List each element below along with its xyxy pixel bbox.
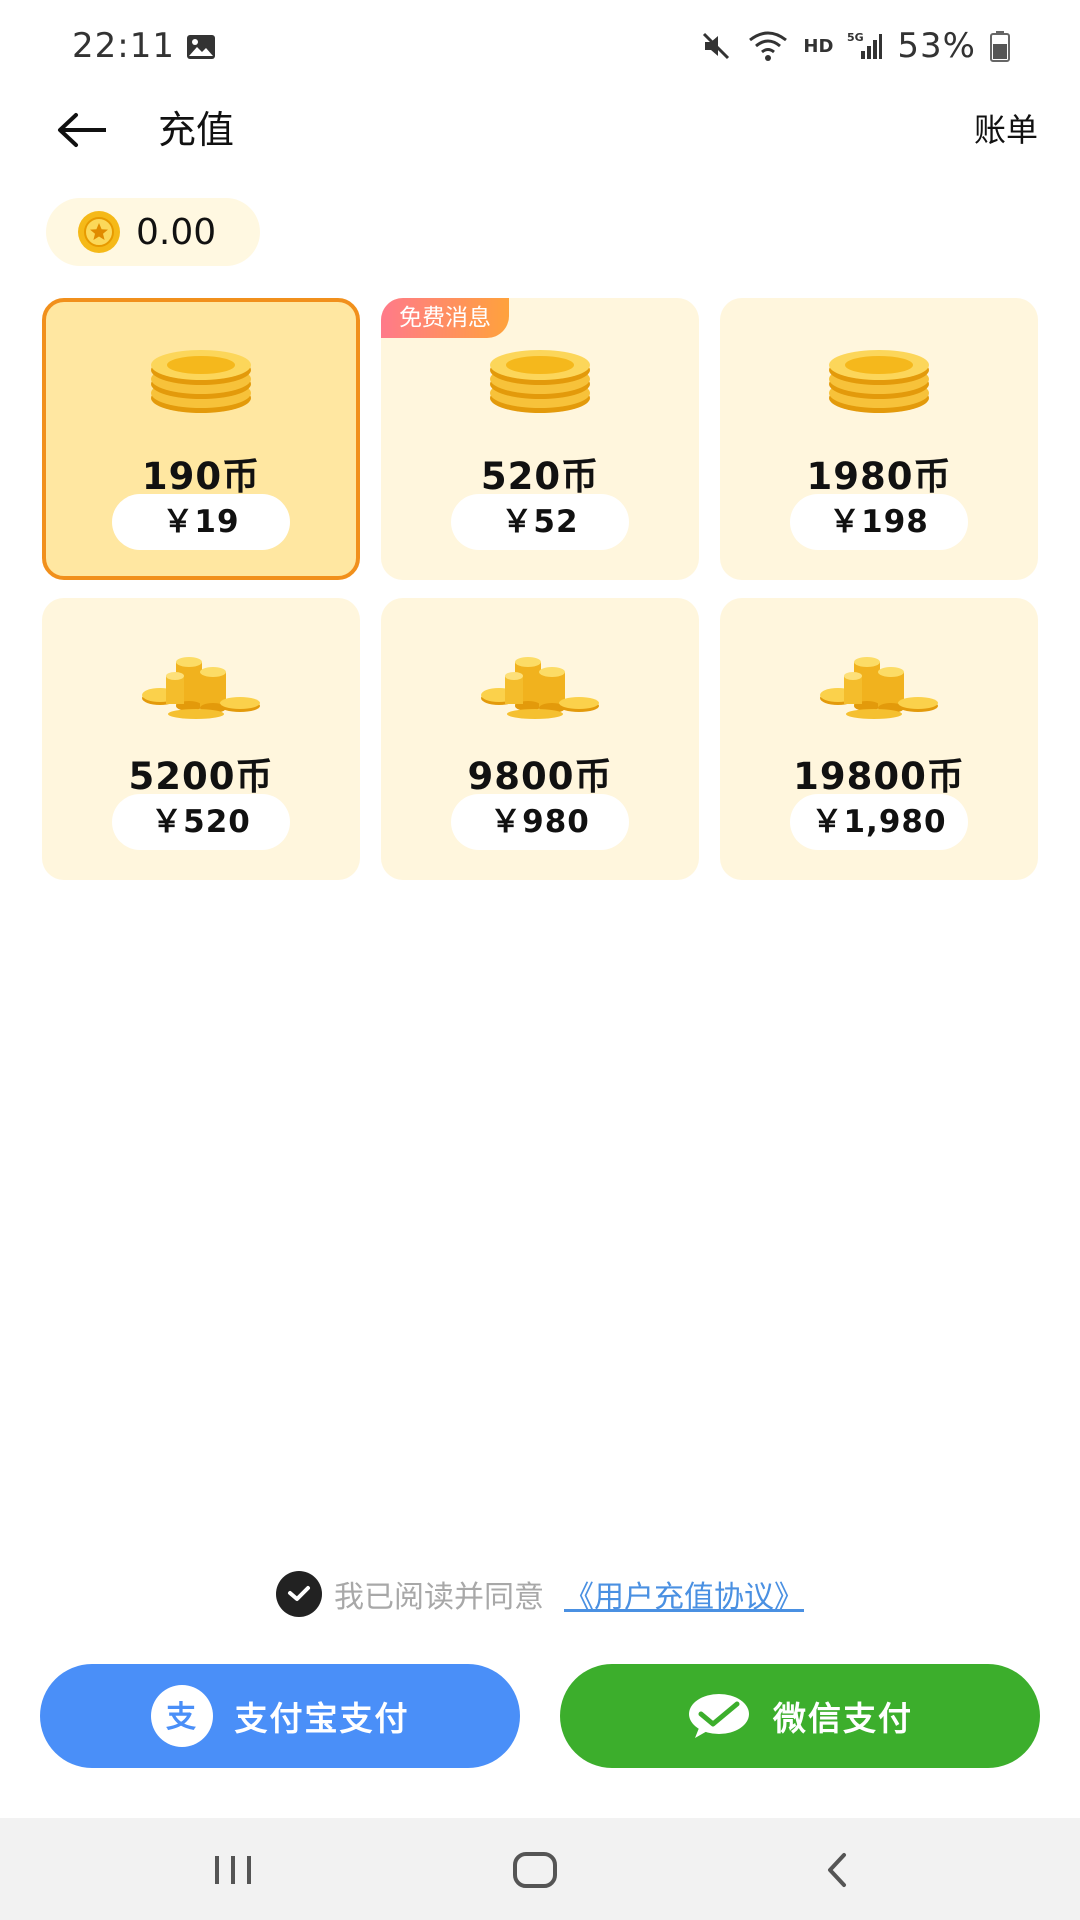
agreement-row: 我已阅读并同意 《用户充值协议》 bbox=[0, 1566, 1080, 1622]
package-card-190[interactable]: 190币 ￥19 bbox=[42, 298, 360, 580]
package-card-9800[interactable]: 9800币 ￥980 bbox=[381, 598, 699, 880]
package-price: ￥198 bbox=[790, 494, 968, 550]
status-icons: HD 5G 53% bbox=[699, 26, 1010, 66]
package-card-1980[interactable]: 1980币 ￥198 bbox=[720, 298, 1038, 580]
system-nav-bar bbox=[0, 1818, 1080, 1920]
chevron-left-icon bbox=[828, 1853, 846, 1887]
app-header: 充值 账单 bbox=[0, 90, 1080, 170]
bill-link[interactable]: 账单 bbox=[974, 90, 1038, 170]
recent-apps-icon bbox=[215, 1856, 251, 1884]
balance-value: 0.00 bbox=[136, 211, 217, 253]
home-icon bbox=[513, 1852, 557, 1888]
recent-apps-button[interactable] bbox=[193, 1840, 273, 1900]
check-icon bbox=[288, 1586, 310, 1601]
signal-icon: 5G bbox=[847, 31, 883, 59]
package-coins: 5200币 bbox=[128, 755, 274, 798]
package-coins: 520币 bbox=[480, 455, 600, 498]
agreement-text: 我已阅读并同意 bbox=[334, 1580, 544, 1615]
coin-pile-icon bbox=[820, 657, 938, 719]
arrow-left-icon bbox=[58, 113, 106, 147]
alipay-icon: 支 bbox=[150, 1685, 213, 1747]
network-type: HD bbox=[803, 35, 834, 57]
package-card-5200[interactable]: 5200币 ￥520 bbox=[42, 598, 360, 880]
page-title: 充值 bbox=[158, 108, 235, 152]
package-price: ￥1,980 bbox=[790, 794, 968, 850]
package-price: ￥19 bbox=[112, 494, 290, 550]
back-button[interactable] bbox=[50, 98, 114, 162]
battery-icon bbox=[990, 31, 1010, 62]
package-coins: 9800币 bbox=[467, 755, 613, 798]
package-price: ￥52 bbox=[451, 494, 629, 550]
package-price: ￥520 bbox=[112, 794, 290, 850]
coin-pile-icon bbox=[481, 657, 599, 719]
free-message-badge: 免费消息 bbox=[381, 298, 509, 338]
mute-icon bbox=[703, 32, 730, 60]
alipay-label: 支付宝支付 bbox=[234, 1699, 410, 1738]
package-price: ￥980 bbox=[451, 794, 629, 850]
wechat-pay-label: 微信支付 bbox=[773, 1699, 913, 1738]
package-coins: 190币 bbox=[141, 455, 261, 498]
back-nav-button[interactable] bbox=[797, 1840, 877, 1900]
coin-pile-icon bbox=[142, 657, 260, 719]
gallery-notification-icon bbox=[187, 35, 215, 59]
status-time: 22:11 bbox=[72, 26, 175, 66]
balance-chip: 0.00 bbox=[46, 198, 260, 266]
package-coins: 19800币 bbox=[793, 755, 965, 798]
svg-text:5G: 5G bbox=[847, 31, 864, 44]
status-bar: 22:11 HD 5G 53% bbox=[0, 0, 1080, 90]
wifi-icon bbox=[749, 31, 788, 61]
home-button[interactable] bbox=[495, 1840, 575, 1900]
package-coins: 1980币 bbox=[806, 455, 952, 498]
package-card-19800[interactable]: 19800币 ￥1,980 bbox=[720, 598, 1038, 880]
agreement-link[interactable]: 《用户充值协议》 bbox=[564, 1572, 804, 1616]
svg-text:支: 支 bbox=[166, 1700, 198, 1735]
coin-stack-icon bbox=[151, 350, 251, 413]
wechat-pay-icon bbox=[689, 1694, 749, 1738]
coin-stack-icon bbox=[490, 350, 590, 413]
agreement-checkbox[interactable] bbox=[276, 1571, 322, 1617]
coin-icon bbox=[78, 211, 120, 253]
battery-percent: 53% bbox=[897, 26, 976, 66]
coin-stack-icon bbox=[829, 350, 929, 413]
alipay-button[interactable]: 支 支付宝支付 bbox=[40, 1664, 520, 1768]
package-card-520[interactable]: 免费消息 520币 ￥52 bbox=[381, 298, 699, 580]
wechat-pay-button[interactable]: 微信支付 bbox=[560, 1664, 1040, 1768]
